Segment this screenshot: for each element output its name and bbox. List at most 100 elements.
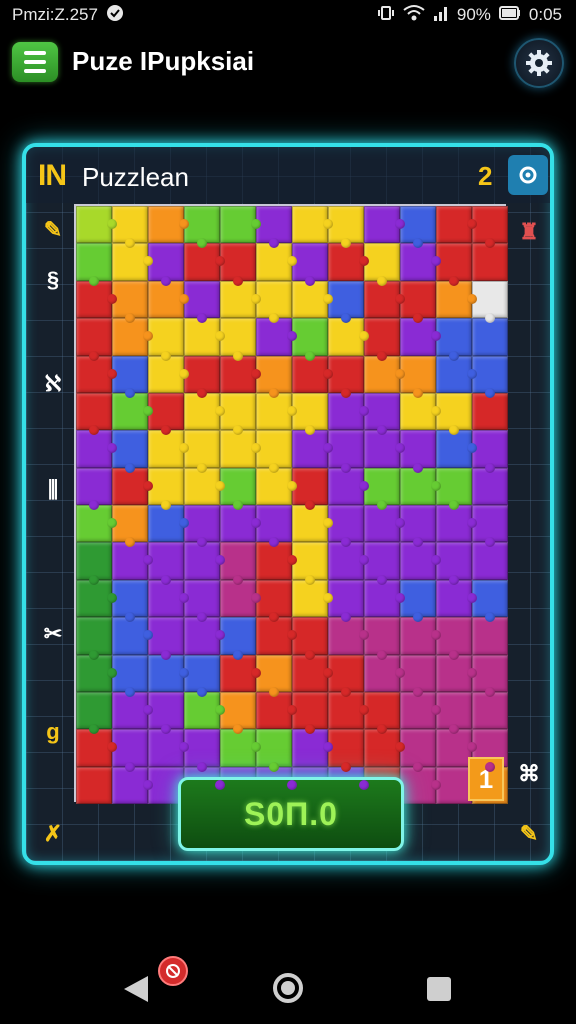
puzzle-piece[interactable] — [220, 729, 261, 767]
puzzle-piece[interactable] — [256, 691, 297, 730]
puzzle-piece[interactable] — [436, 467, 472, 511]
puzzle-piece[interactable] — [148, 355, 189, 393]
puzzle-piece[interactable] — [256, 505, 292, 548]
puzzle-piece[interactable] — [148, 430, 189, 468]
puzzle-piece[interactable] — [220, 206, 261, 244]
puzzle-piece[interactable] — [328, 430, 364, 474]
puzzle-piece[interactable] — [148, 243, 184, 287]
puzzle-piece[interactable] — [400, 691, 441, 730]
puzzle-piece[interactable] — [436, 691, 472, 735]
puzzle-piece[interactable] — [256, 243, 297, 281]
puzzle-piece[interactable] — [364, 355, 405, 393]
puzzle-piece[interactable] — [400, 467, 441, 505]
puzzle-piece[interactable] — [220, 318, 256, 361]
puzzle-piece[interactable] — [472, 505, 508, 548]
puzzle-piece[interactable] — [292, 243, 328, 287]
puzzle-piece[interactable] — [256, 430, 292, 474]
puzzle-piece[interactable] — [292, 355, 333, 393]
puzzle-piece[interactable] — [292, 206, 333, 244]
puzzle-piece[interactable] — [220, 430, 261, 468]
puzzle-piece[interactable] — [76, 392, 112, 436]
puzzle-piece[interactable] — [436, 206, 477, 244]
puzzle-piece[interactable] — [364, 467, 400, 511]
puzzle-piece[interactable] — [400, 243, 441, 281]
puzzle-piece[interactable] — [112, 617, 153, 655]
scissors-icon[interactable]: ✂ — [38, 619, 68, 649]
puzzle-piece[interactable] — [328, 505, 364, 548]
puzzle-piece[interactable] — [292, 729, 333, 767]
puzzle-piece[interactable] — [436, 280, 477, 319]
puzzle-piece[interactable] — [184, 355, 220, 399]
puzzle-piece[interactable] — [328, 243, 369, 281]
puzzle-piece[interactable] — [400, 280, 436, 324]
puzzle-piece[interactable] — [472, 691, 508, 730]
puzzle-piece[interactable] — [292, 318, 328, 361]
puzzle-piece[interactable] — [76, 617, 112, 660]
puzzle-piece[interactable] — [328, 691, 369, 730]
puzzle-piece[interactable] — [184, 243, 225, 281]
puzzle-piece[interactable] — [400, 392, 441, 431]
puzzle-piece[interactable] — [256, 318, 297, 356]
puzzle-piece[interactable] — [256, 579, 292, 623]
puzzle-piece[interactable] — [76, 691, 112, 735]
puzzle-piece[interactable] — [400, 617, 441, 655]
puzzle-piece[interactable] — [436, 392, 472, 436]
puzzle-piece[interactable] — [148, 729, 189, 767]
puzzle-piece[interactable] — [472, 318, 508, 356]
puzzle-piece[interactable] — [292, 505, 333, 543]
bars-icon[interactable]: ⫼ — [38, 475, 68, 505]
puzzle-piece[interactable] — [112, 579, 148, 623]
link-icon[interactable]: § — [38, 265, 68, 295]
puzzle-piece[interactable] — [400, 542, 441, 580]
puzzle-piece[interactable] — [148, 206, 189, 244]
menu-button[interactable] — [12, 42, 58, 82]
puzzle-piece[interactable] — [364, 505, 405, 543]
puzzle-piece[interactable] — [400, 430, 436, 474]
puzzle-piece[interactable] — [472, 467, 508, 505]
puzzle-piece[interactable] — [364, 617, 400, 660]
wand-icon[interactable]: ✗ — [38, 819, 68, 849]
puzzle-piece[interactable] — [112, 243, 153, 281]
puzzle-piece[interactable] — [148, 467, 184, 511]
puzzle-piece[interactable] — [436, 430, 477, 468]
puzzle-piece[interactable] — [400, 318, 441, 356]
puzzle-piece[interactable] — [76, 243, 112, 287]
puzzle-piece[interactable] — [76, 280, 117, 319]
puzzle-piece[interactable] — [328, 355, 364, 399]
puzzle-piece[interactable] — [112, 729, 148, 773]
puzzle-piece[interactable] — [112, 505, 148, 548]
puzzle-piece[interactable] — [328, 617, 369, 655]
puzzle-piece[interactable] — [328, 729, 364, 773]
back-triangle-icon[interactable] — [124, 976, 148, 1002]
puzzle-piece[interactable] — [220, 280, 261, 319]
puzzle-piece[interactable] — [436, 505, 477, 543]
puzzle-piece[interactable] — [436, 318, 472, 361]
puzzle-piece[interactable] — [184, 318, 225, 356]
puzzle-piece[interactable] — [112, 542, 153, 580]
puzzle-piece[interactable] — [256, 617, 297, 655]
puzzle-piece[interactable] — [364, 654, 405, 692]
puzzle-piece[interactable] — [148, 392, 184, 436]
puzzle-piece[interactable] — [148, 617, 184, 660]
puzzle-piece[interactable] — [364, 542, 400, 586]
puzzle-piece[interactable] — [328, 579, 364, 623]
puzzle-piece[interactable] — [400, 505, 436, 548]
puzzle-piece[interactable] — [220, 617, 256, 660]
puzzle-piece[interactable] — [76, 355, 117, 393]
puzzle-piece[interactable] — [220, 691, 256, 735]
board-settings-button[interactable] — [508, 155, 548, 195]
puzzle-piece[interactable] — [364, 280, 405, 319]
puzzle-piece[interactable] — [112, 766, 153, 804]
puzzle-piece[interactable] — [184, 430, 220, 474]
puzzle-piece[interactable] — [364, 579, 405, 618]
puzzle-piece[interactable] — [400, 206, 436, 249]
block-badge-icon[interactable] — [158, 956, 188, 986]
puzzle-piece[interactable] — [76, 430, 117, 468]
puzzle-piece[interactable] — [76, 729, 117, 767]
puzzle-piece[interactable] — [436, 579, 477, 618]
puzzle-piece[interactable] — [328, 318, 369, 356]
puzzle-piece[interactable] — [364, 430, 405, 468]
puzzle-piece[interactable] — [256, 467, 297, 505]
puzzle-piece[interactable] — [364, 206, 405, 244]
puzzle-piece[interactable] — [112, 206, 148, 249]
